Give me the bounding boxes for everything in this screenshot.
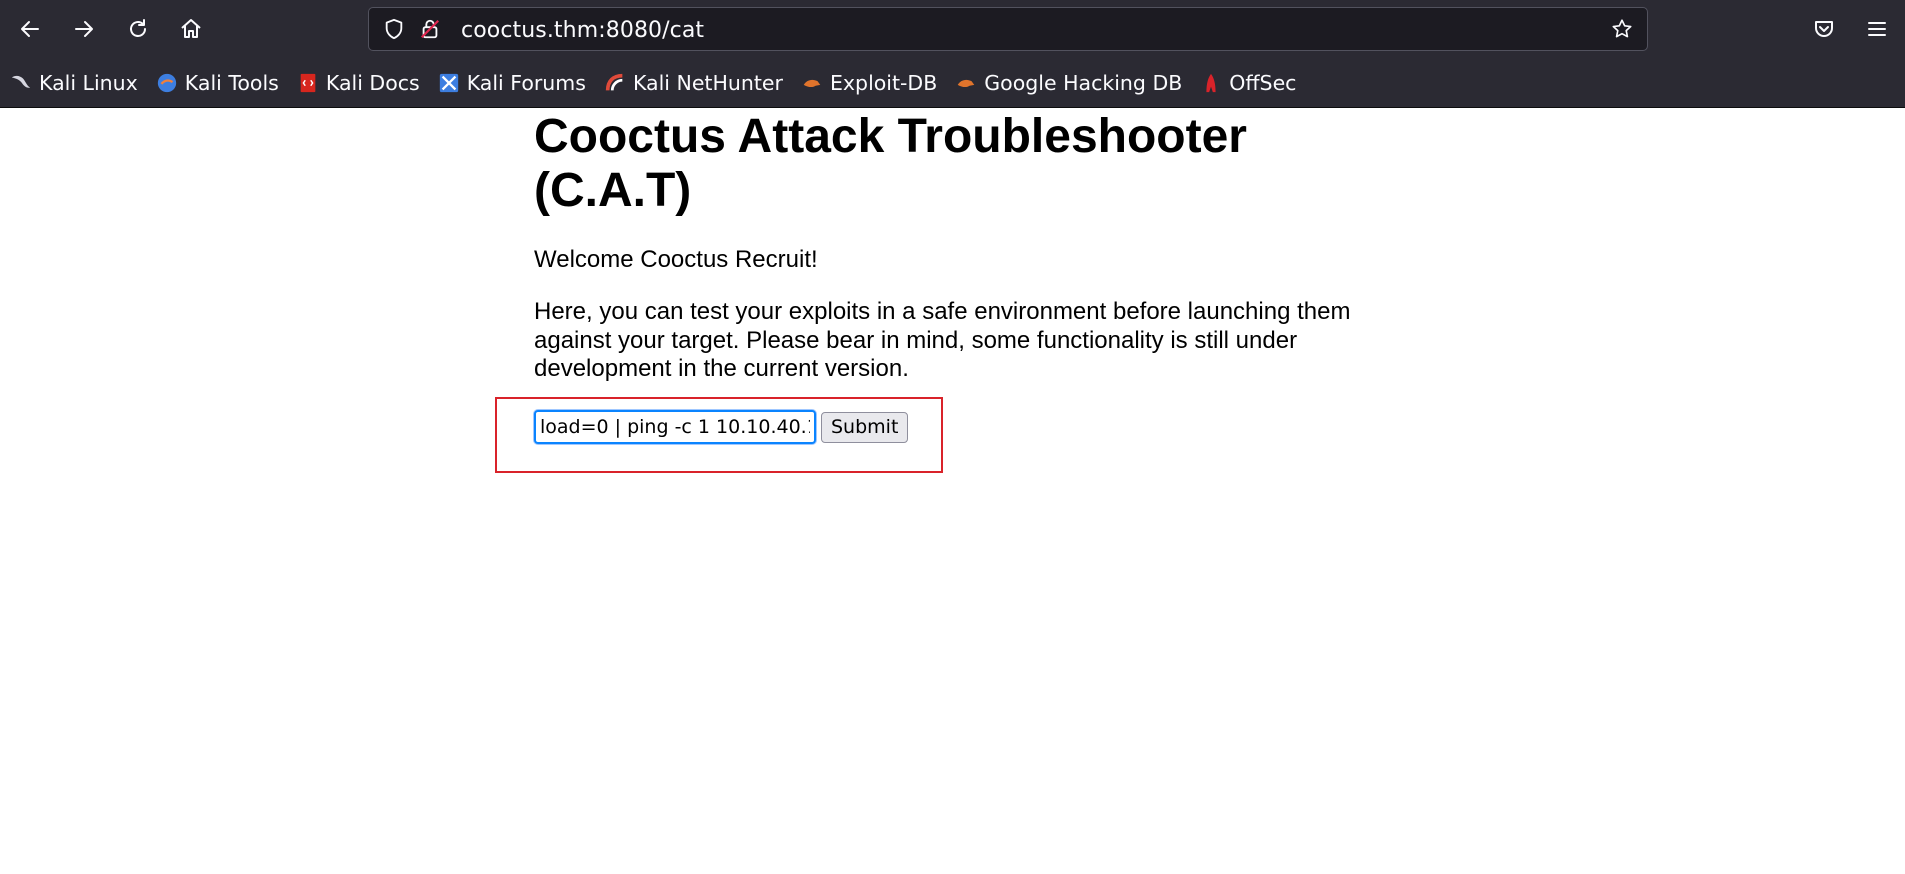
exploit-form: Submit (534, 410, 909, 444)
bookmark-exploit-db[interactable]: Exploit-DB (801, 71, 937, 95)
bookmark-kali-nethunter[interactable]: Kali NetHunter (604, 71, 783, 95)
bookmark-label: Kali Tools (184, 71, 279, 95)
bookmark-label: OffSec (1229, 71, 1297, 95)
kali-tools-icon (157, 73, 176, 93)
back-arrow-icon (21, 21, 39, 37)
page-title: Cooctus Attack Troubleshooter (C.A.T) (534, 110, 1247, 217)
browser-chrome: cooctus.thm:8080/cat Kali Linux Kali Too… (0, 0, 1905, 108)
kali-dragon-icon (11, 75, 31, 88)
home-icon (181, 19, 201, 38)
back-button[interactable] (11, 10, 49, 48)
submit-button[interactable]: Submit (821, 411, 909, 443)
kali-forums-icon (439, 73, 458, 93)
bookmarks-toolbar: Kali Linux Kali Tools Kali Docs Kali For… (0, 59, 1905, 108)
kali-docs-icon (300, 73, 316, 93)
offsec-icon (1206, 73, 1216, 93)
exploit-db-icon (803, 79, 821, 88)
kali-nethunter-icon (605, 73, 623, 91)
forward-arrow-icon (75, 21, 93, 37)
forward-button[interactable] (65, 10, 103, 48)
url-text[interactable]: cooctus.thm:8080/cat (461, 18, 704, 43)
pocket-icon (1815, 21, 1833, 37)
welcome-text: Welcome Cooctus Recruit! (534, 246, 818, 273)
bookmark-google-hacking-db[interactable]: Google Hacking DB (955, 71, 1182, 95)
bookmark-kali-linux[interactable]: Kali Linux (10, 71, 138, 95)
insecure-lock-icon[interactable] (419, 18, 441, 40)
home-button[interactable] (172, 10, 210, 48)
tracking-protection-shield-icon[interactable] (383, 18, 405, 40)
url-bar[interactable]: cooctus.thm:8080/cat (368, 7, 1648, 51)
google-hacking-db-icon (958, 79, 975, 88)
bookmark-label: Exploit-DB (829, 71, 938, 95)
bookmark-star-icon[interactable] (1611, 18, 1633, 40)
hamburger-menu-icon (1868, 22, 1886, 36)
bookmark-offsec[interactable]: OffSec (1200, 71, 1296, 95)
reload-icon (130, 19, 146, 37)
app-menu-button[interactable] (1858, 10, 1896, 48)
bookmark-label: Google Hacking DB (984, 71, 1183, 95)
bookmark-label: Kali Forums (466, 71, 586, 95)
bookmark-label: Kali Docs (325, 71, 420, 95)
bookmark-kali-forums[interactable]: Kali Forums (438, 71, 586, 95)
bookmark-kali-docs[interactable]: Kali Docs (297, 71, 420, 95)
bookmark-label: Kali NetHunter (632, 71, 783, 95)
pocket-button[interactable] (1805, 10, 1843, 48)
bookmark-kali-tools[interactable]: Kali Tools (156, 71, 279, 95)
description-text: Here, you can test your exploits in a sa… (534, 298, 1351, 382)
bookmark-label: Kali Linux (39, 71, 138, 95)
command-input[interactable] (534, 410, 816, 444)
browser-toolbar: cooctus.thm:8080/cat (0, 0, 1905, 59)
reload-button[interactable] (119, 10, 157, 48)
